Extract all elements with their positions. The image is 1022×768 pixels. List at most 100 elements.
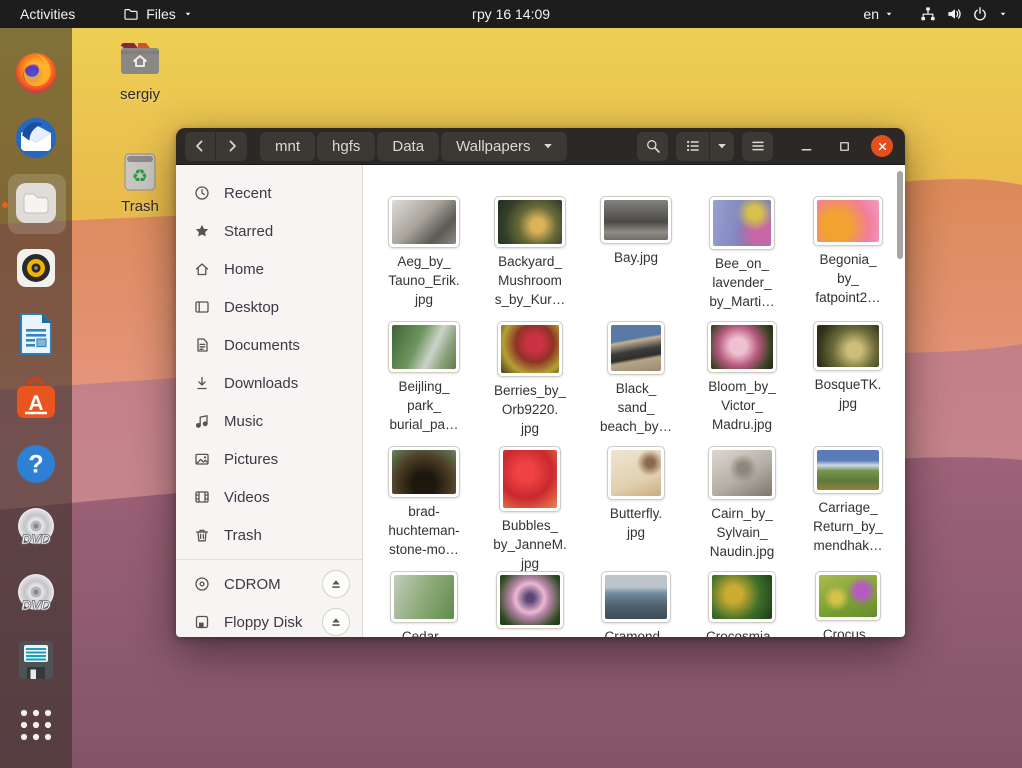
file-item[interactable]: Begonia_ by_ fatpoint2… [795, 196, 901, 321]
vertical-scrollbar[interactable] [897, 171, 903, 259]
file-thumbnail [496, 571, 564, 629]
eject-button[interactable] [322, 608, 350, 636]
hamburger-menu-button[interactable] [742, 132, 773, 161]
chevron-down-icon[interactable] [998, 9, 1008, 19]
file-item[interactable]: Cornered. [477, 571, 583, 637]
file-thumbnail [388, 196, 460, 248]
file-item[interactable]: Bubbles_ by_JanneM. jpg [477, 446, 583, 571]
sidebar-item-videos[interactable]: Videos [176, 478, 362, 516]
power-icon[interactable] [972, 6, 988, 22]
file-item[interactable]: Cramond_ [583, 571, 689, 637]
sidebar-item-label: CDROM [224, 576, 281, 593]
sidebar-item-pictures[interactable]: Pictures [176, 440, 362, 478]
sidebar-separator [176, 559, 362, 560]
dock-item-thunderbird[interactable] [0, 105, 72, 170]
dock-item-help[interactable]: ? [0, 432, 72, 497]
minimize-button[interactable] [795, 135, 817, 157]
chevron-down-icon [540, 138, 556, 154]
path-button-wallpapers[interactable]: Wallpapers [441, 132, 566, 161]
close-button[interactable] [871, 135, 893, 157]
desktop-icon [194, 299, 210, 315]
file-name: Aeg_by_ Tauno_Erik. jpg [388, 252, 459, 309]
thumbnail-image [392, 325, 456, 369]
sidebar-item-home[interactable]: Home [176, 250, 362, 288]
sidebar-item-music[interactable]: Music [176, 402, 362, 440]
network-icon[interactable] [920, 6, 936, 22]
svg-text:DVD: DVD [21, 597, 51, 613]
file-name: Begonia_ by_ fatpoint2… [815, 250, 880, 307]
dock-item-libreoffice-writer[interactable] [0, 301, 72, 366]
minimize-icon [799, 139, 814, 154]
activities-button[interactable]: Activities [16, 6, 79, 22]
sidebar-item-label: Trash [224, 527, 262, 544]
dock-item-files[interactable] [0, 171, 72, 236]
file-item[interactable]: Carriage_ Return_by_ mendhak… [795, 446, 901, 571]
dock-item-floppy[interactable] [0, 627, 72, 692]
dock-item-dvd-2[interactable]: DVD [0, 562, 72, 627]
desktop: Activities Files гру 16 14:09 en A?DVDDV… [0, 0, 1022, 768]
maximize-icon [837, 139, 852, 154]
file-item[interactable]: Aeg_by_ Tauno_Erik. jpg [371, 196, 477, 321]
sidebar-item-recent[interactable]: Recent [176, 174, 362, 212]
libreoffice-writer-icon [12, 310, 60, 358]
dock-item-rhythmbox[interactable] [0, 236, 72, 301]
file-thumbnail [494, 196, 566, 248]
back-button[interactable] [185, 132, 216, 161]
sidebar-item-floppy-disk[interactable]: Floppy Disk [176, 603, 362, 637]
file-item[interactable]: Bee_on_ lavender_ by_Marti… [689, 196, 795, 321]
sidebar-item-desktop[interactable]: Desktop [176, 288, 362, 326]
file-name: Carriage_ Return_by_ mendhak… [813, 498, 883, 555]
home-icon [194, 261, 210, 277]
list-view-icon [685, 138, 701, 154]
svg-text:?: ? [28, 451, 43, 479]
file-item[interactable]: Beijling_ park_ burial_pa… [371, 321, 477, 446]
maximize-button[interactable] [833, 135, 855, 157]
file-name: Cramond_ [604, 627, 667, 637]
dock-item-app-grid[interactable] [0, 693, 72, 758]
svg-text:♻: ♻ [132, 166, 148, 187]
sidebar-item-trash[interactable]: Trash [176, 516, 362, 554]
volume-icon[interactable] [946, 6, 962, 22]
path-button-mnt[interactable]: mnt [260, 132, 315, 161]
file-name: Cornered. [500, 633, 560, 637]
sidebar-item-starred[interactable]: Starred [176, 212, 362, 250]
thumbnail-image [611, 325, 661, 371]
path-button-data[interactable]: Data [377, 132, 439, 161]
sidebar: Recent Starred HomeDesktopDocuments Downloa… [176, 165, 363, 637]
desktop-icon-home-folder[interactable]: sergiy [96, 36, 184, 103]
thumbnail-image [604, 200, 668, 240]
list-view-button[interactable] [676, 132, 710, 161]
file-item[interactable]: Butterfly. jpg [583, 446, 689, 571]
sidebar-item-documents[interactable]: Documents [176, 326, 362, 364]
file-item[interactable]: Black_ sand_ beach_by… [583, 321, 689, 446]
sidebar-item-downloads[interactable]: Downloads [176, 364, 362, 402]
file-item[interactable]: Berries_by_ Orb9220. jpg [477, 321, 583, 446]
sidebar-item-label: Starred [224, 223, 273, 240]
sidebar-item-label: Downloads [224, 375, 298, 392]
dock-item-dvd-1[interactable]: DVD [0, 497, 72, 562]
file-item[interactable]: Cairn_by_ Sylvain_ Naudin.jpg [689, 446, 795, 571]
view-options-button[interactable] [710, 132, 734, 161]
file-item[interactable]: Bloom_by_ Victor_ Madru.jpg [689, 321, 795, 446]
path-button-hgfs[interactable]: hgfs [317, 132, 375, 161]
dock-item-ubuntu-software[interactable]: A [0, 366, 72, 431]
file-item[interactable]: brad- huchteman- stone-mo… [371, 446, 477, 571]
file-thumbnail [607, 321, 665, 375]
search-button[interactable] [637, 132, 668, 161]
file-item[interactable]: Crocus_ [795, 571, 901, 637]
app-menu[interactable]: Files [123, 6, 193, 22]
desktop-icon-trash[interactable]: ♻ Trash [96, 148, 184, 215]
forward-button[interactable] [216, 132, 247, 161]
dock-item-firefox[interactable] [0, 40, 72, 105]
file-item[interactable]: Backyard_ Mushroom s_by_Kur… [477, 196, 583, 321]
file-item[interactable]: Bay.jpg [583, 196, 689, 321]
thumbnail-image [500, 575, 560, 625]
file-item[interactable]: Cedar_ [371, 571, 477, 637]
floppy-icon [12, 636, 60, 684]
eject-button[interactable] [322, 570, 350, 598]
file-name: BosqueTK. jpg [815, 375, 882, 413]
file-item[interactable]: Crocosmia_ [689, 571, 795, 637]
keyboard-indicator[interactable]: en [863, 6, 894, 22]
sidebar-item-cdrom[interactable]: CDROM [176, 565, 362, 603]
file-item[interactable]: BosqueTK. jpg [795, 321, 901, 446]
